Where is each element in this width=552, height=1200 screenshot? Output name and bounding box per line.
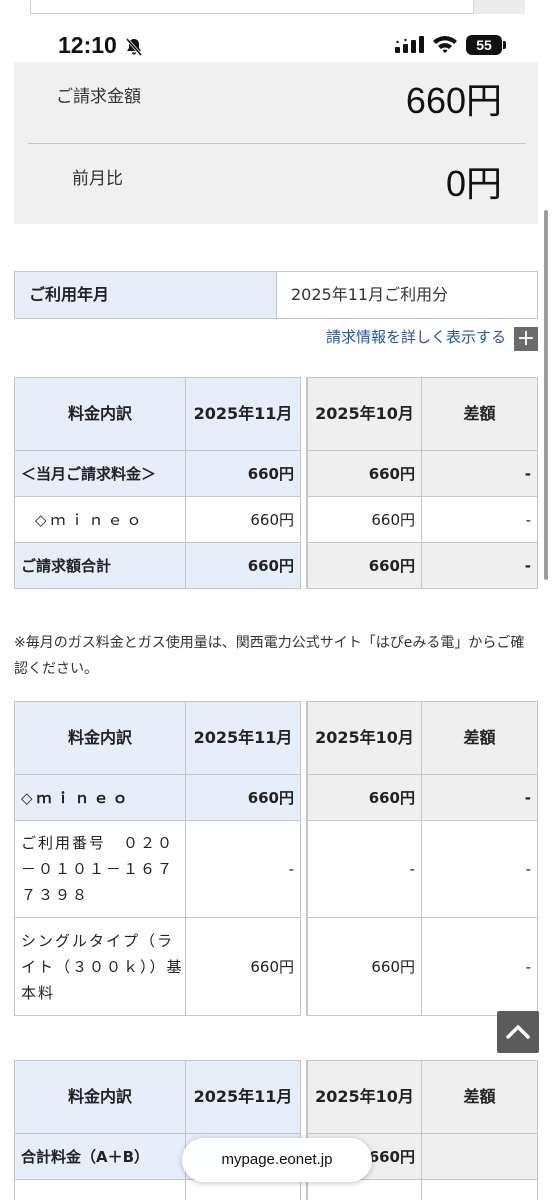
header-current-month: 2025年11月 xyxy=(186,701,301,775)
table-header-row: 料金内訳 2025年11月 2025年10月 差額 xyxy=(14,1060,538,1134)
header-previous-month: 2025年10月 xyxy=(307,377,422,451)
table-row: ◇ｍｉｎｅｏ 660円 660円 - xyxy=(14,775,538,821)
status-time: 12:10 xyxy=(58,32,117,58)
header-item: 料金内訳 xyxy=(14,1060,186,1134)
table-row: ＜当月ご請求料金＞ 660円 660円 - xyxy=(14,451,538,497)
wifi-icon xyxy=(433,36,457,53)
bill-table-1: 料金内訳 2025年11月 2025年10月 差額 ＜当月ご請求料金＞ 660円… xyxy=(14,377,538,589)
battery-icon: 55 xyxy=(466,35,502,55)
billing-amount-value: 660円 xyxy=(405,80,502,121)
usage-month-value: 2025年11月ご利用分 xyxy=(291,285,449,304)
table-header-row: 料金内訳 2025年11月 2025年10月 差額 xyxy=(14,701,538,775)
scroll-to-top-button[interactable] xyxy=(497,1011,539,1053)
usage-month-row: ご利用年月 2025年11月ご利用分 xyxy=(14,271,538,319)
table-row: ◇ｍｉｎｅｏ 660円 660円 - xyxy=(14,497,538,543)
status-bar: 12:10 55 xyxy=(0,26,552,66)
header-item: 料金内訳 xyxy=(14,377,186,451)
previous-field-remnant xyxy=(30,0,524,14)
plus-icon[interactable]: + xyxy=(514,327,538,351)
table-header-row: 料金内訳 2025年11月 2025年10月 差額 xyxy=(14,377,538,451)
table-row: ご請求額合計 660円 660円 - xyxy=(14,543,538,589)
billing-amount-label: ご請求金額 xyxy=(56,87,141,107)
month-diff-value: 0円 xyxy=(445,163,502,204)
header-previous-month: 2025年10月 xyxy=(307,1060,422,1134)
header-current-month: 2025年11月 xyxy=(186,377,301,451)
top-remnant xyxy=(0,0,552,24)
header-item: 料金内訳 xyxy=(14,701,186,775)
header-diff: 差額 xyxy=(422,701,538,775)
header-diff: 差額 xyxy=(422,1060,538,1134)
previous-button-remnant[interactable] xyxy=(473,0,525,14)
cellular-signal-icon xyxy=(395,36,424,53)
chevron-up-icon xyxy=(506,1025,530,1039)
usage-month-label: ご利用年月 xyxy=(15,272,277,318)
billing-summary: ご請求金額 660円 前月比 0円 xyxy=(14,62,538,224)
bill-table-2: 料金内訳 2025年11月 2025年10月 差額 ◇ｍｉｎｅｏ 660円 66… xyxy=(14,701,538,1016)
bell-muted-icon xyxy=(125,38,143,56)
summary-divider xyxy=(28,143,526,144)
header-current-month: 2025年11月 xyxy=(186,1060,301,1134)
month-diff-label: 前月比 xyxy=(72,169,123,189)
battery-tip xyxy=(503,41,506,49)
table-row: ご利用番号 ０２０－０１０１－１６７７３９８ - - - xyxy=(14,821,538,918)
scrollbar[interactable] xyxy=(544,210,548,580)
gas-fee-note: ※毎月のガス料金とガス使用量は、関西電力公式サイト「はぴeみる電」からご確認くだ… xyxy=(14,635,525,677)
header-diff: 差額 xyxy=(422,377,538,451)
show-details-link[interactable]: 請求情報を詳しく表示する xyxy=(326,326,506,347)
header-previous-month: 2025年10月 xyxy=(307,701,422,775)
table-row: シングルタイプ（ライト（３００ｋ））基本料 660円 660円 - xyxy=(14,918,538,1016)
browser-url-bar[interactable]: mypage.eonet.jp xyxy=(182,1138,372,1182)
table-row xyxy=(14,1180,538,1200)
